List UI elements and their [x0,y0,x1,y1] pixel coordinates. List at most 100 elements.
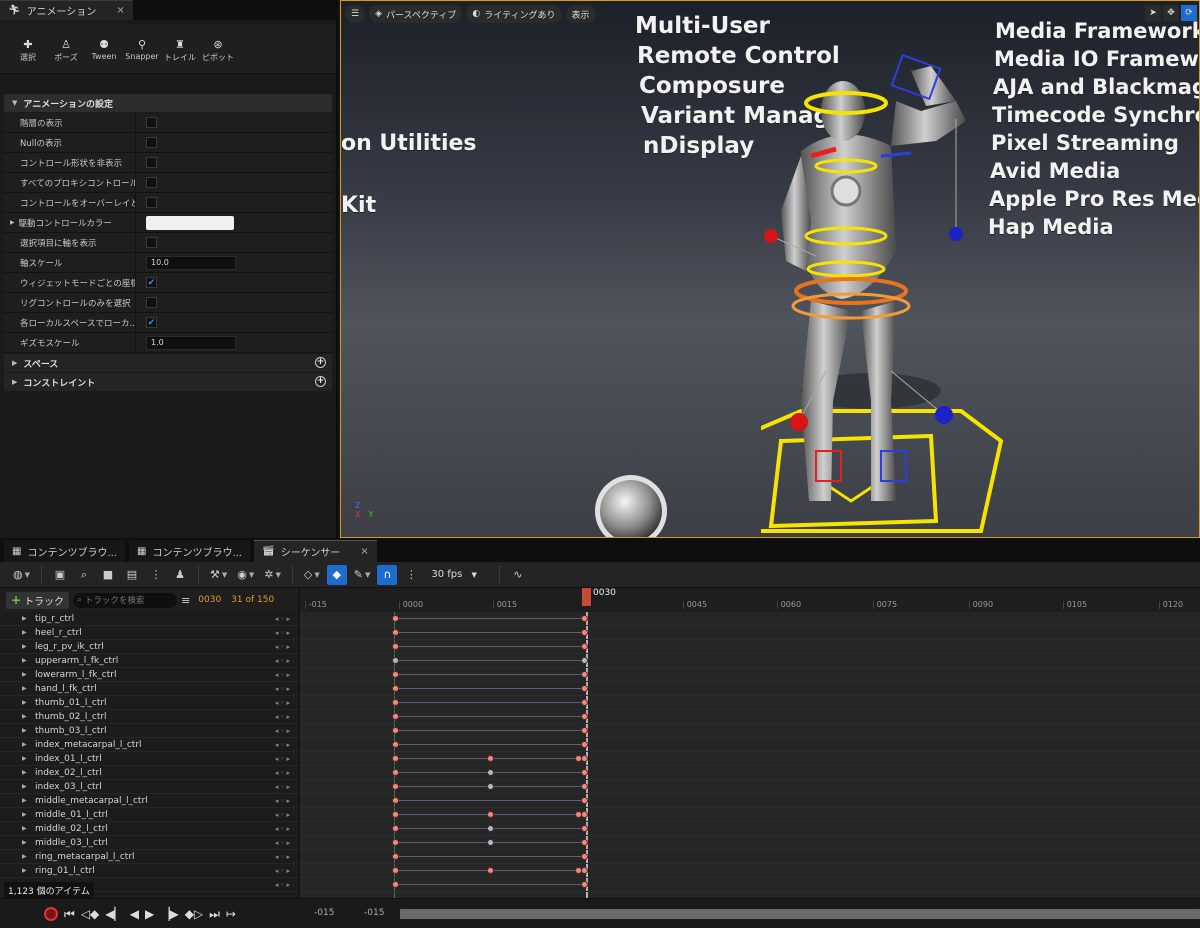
keyframe[interactable] [581,657,588,664]
keyframe[interactable] [392,783,399,790]
scrollbar-thumb[interactable] [400,909,1200,919]
track-key-controls[interactable]: ◂◦▸ [275,825,292,833]
keyframe[interactable] [581,671,588,678]
record-button[interactable] [44,907,58,921]
more-options-button[interactable]: ⋮ [146,565,166,585]
viewport-menu-button[interactable]: ☰ [345,5,366,23]
track-key-controls[interactable]: ◂◦▸ [275,657,292,665]
curve-editor-button[interactable]: ∿ [508,565,528,585]
expand-arrow-icon[interactable]: ▶ [22,727,27,734]
keyframe[interactable] [581,797,588,804]
property-checkbox[interactable] [146,237,157,248]
timeline-scrollbar[interactable] [400,909,1200,919]
keyframe[interactable] [392,797,399,804]
keyframe[interactable] [574,755,582,762]
property-checkbox[interactable] [146,297,157,308]
track-row[interactable]: ▶ index_metacarpal_l_ctrl ◂◦▸ [0,738,298,752]
keyframe[interactable] [486,755,494,762]
animation-settings-header[interactable]: ▼ アニメーションの設定 [4,94,332,112]
next-key-icon[interactable]: ◆▷ [185,907,203,922]
time-ruler[interactable]: 0030 -015 0000 0015 0045 0060 0075 0090 0105 012… [300,588,1200,612]
keyframe[interactable] [392,867,399,874]
expand-arrow-icon[interactable]: ▶ [22,755,27,762]
mode-button-1[interactable]: ♙ ポーズ [50,38,82,73]
property-checkbox[interactable]: ✔ [146,317,157,328]
expand-arrow-icon[interactable]: ▶ [22,783,27,790]
mode-button-0[interactable]: ✚ 選択 [12,38,44,73]
track-row[interactable]: ▶ leg_r_pv_ik_ctrl ◂◦▸ [0,640,298,654]
mode-button-2[interactable]: ⚉ Tween [88,38,120,73]
keyframe[interactable] [581,853,588,860]
track-key-controls[interactable]: ◂◦▸ [275,769,292,777]
current-frame[interactable]: 0030 [198,595,221,605]
keyframe[interactable] [392,615,399,622]
keyframe[interactable] [581,685,588,692]
keyframe[interactable] [486,839,494,846]
expand-arrow-icon[interactable]: ▶ [22,825,27,832]
track-search-input[interactable]: ⌕ トラックを検索 [73,592,178,608]
subsection-header[interactable]: ▶ コンストレイント + [4,373,332,391]
track-key-controls[interactable]: ◂◦▸ [275,629,292,637]
keyframe[interactable] [392,671,399,678]
keyframe[interactable] [486,783,494,790]
track-key-controls[interactable]: ◂◦▸ [275,713,292,721]
track-row[interactable]: ▶ thumb_03_l_ctrl ◂◦▸ [0,724,298,738]
track-key-controls[interactable]: ◂◦▸ [275,783,292,791]
expand-arrow-icon[interactable]: ▶ [22,839,27,846]
property-checkbox[interactable] [146,117,157,128]
keyframe[interactable] [392,811,399,818]
perspective-button[interactable]: ◈ パースペクティブ [369,5,463,23]
keyframe[interactable] [392,713,399,720]
track-key-controls[interactable]: ◂◦▸ [275,727,292,735]
show-button[interactable]: 表示 [565,5,596,23]
track-key-controls[interactable]: ◂◦▸ [275,699,292,707]
playhead-handle[interactable] [582,588,591,606]
property-checkbox[interactable] [146,177,157,188]
track-key-controls[interactable]: ◂◦▸ [275,797,292,805]
character-mannequin[interactable] [761,41,1081,538]
close-icon[interactable]: × [360,546,368,557]
track-key-controls[interactable]: ◂◦▸ [275,741,292,749]
track-row[interactable]: ▶ index_02_l_ctrl ◂◦▸ [0,766,298,780]
track-key-controls[interactable]: ◂◦▸ [275,811,292,819]
keyframe[interactable] [392,769,399,776]
track-row[interactable]: ▶ middle_02_l_ctrl ◂◦▸ [0,822,298,836]
keyframe[interactable] [392,825,399,832]
keyframe[interactable] [581,881,588,888]
bottom-tab-1[interactable]: ▦ コンテンツブラウ... [129,540,250,562]
track-row[interactable]: ▶ hand_l_fk_ctrl ◂◦▸ [0,682,298,696]
expand-arrow-icon[interactable]: ▶ [22,671,27,678]
keyframe[interactable] [486,867,494,874]
keyframe[interactable] [486,825,494,832]
keyframe[interactable] [392,657,399,664]
actors-button[interactable]: ♟ [170,565,190,585]
track-row[interactable]: ▶ index_03_l_ctrl ◂◦▸ [0,780,298,794]
bottom-tab-2[interactable]: 🎬︎ シーケンサー × [254,540,377,562]
property-checkbox[interactable]: ✔ [146,277,157,288]
view-options-button[interactable]: ◉ ▼ [234,565,257,585]
keyframe[interactable] [581,811,588,818]
keyframe[interactable] [486,811,494,818]
keyframe[interactable] [581,825,588,832]
keyframe[interactable] [581,741,588,748]
track-key-controls[interactable]: ◂◦▸ [275,615,292,623]
keyframe[interactable] [392,699,399,706]
property-checkbox[interactable] [146,137,157,148]
step-back-icon[interactable]: ◀▏ [105,907,123,922]
track-row[interactable]: ▶ thumb_02_l_ctrl ◂◦▸ [0,710,298,724]
track-key-controls[interactable]: ◂◦▸ [275,755,292,763]
step-forward-icon[interactable]: ▕▶ [160,907,178,922]
play-icon[interactable]: ▶ [145,907,154,922]
track-row[interactable]: ▶ index_01_l_ctrl ◂◦▸ [0,752,298,766]
track-row[interactable]: ▶ tip_r_ctrl ◂◦▸ [0,612,298,626]
find-asset-button[interactable]: ⌕ [74,565,94,585]
bottom-tab-0[interactable]: ▦ コンテンツブラウ... [4,540,125,562]
property-number-input[interactable]: 10.0 [146,255,236,270]
track-row[interactable]: ▶ middle_01_l_ctrl ◂◦▸ [0,808,298,822]
expand-arrow-icon[interactable]: ▶ [22,699,27,706]
expand-arrow-icon[interactable]: ▶ [22,811,27,818]
expand-arrow-icon[interactable]: ▶ [22,713,27,720]
color-swatch[interactable] [146,215,234,230]
expand-arrow-icon[interactable]: ▶ [10,219,15,226]
expand-arrow-icon[interactable]: ▶ [22,643,27,650]
